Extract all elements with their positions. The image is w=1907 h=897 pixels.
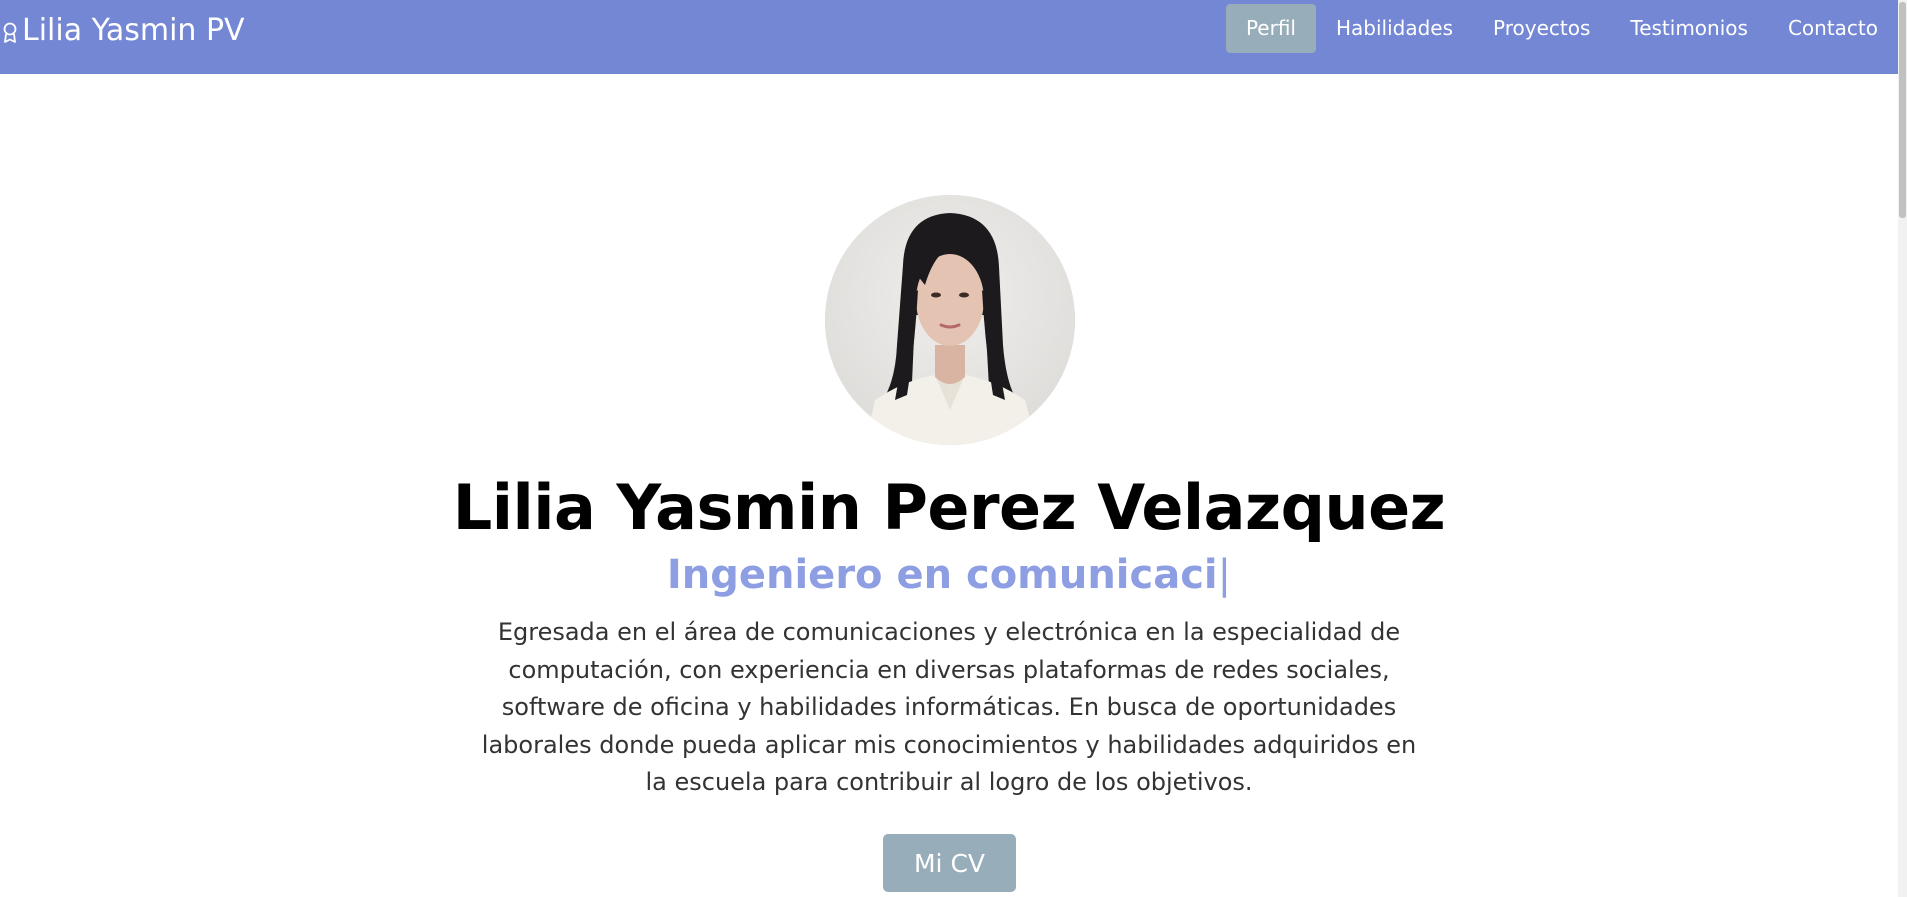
hero-role-text: Ingeniero en comunicaci bbox=[666, 552, 1218, 598]
nav-link-habilidades[interactable]: Habilidades bbox=[1316, 4, 1473, 53]
cv-button[interactable]: Mi CV bbox=[883, 834, 1016, 892]
nav-link-testimonios[interactable]: Testimonios bbox=[1610, 4, 1768, 53]
scrollbar-thumb[interactable] bbox=[1899, 2, 1906, 218]
scrollbar[interactable] bbox=[1898, 0, 1907, 897]
hero-role: Ingeniero en comunicaci| bbox=[0, 552, 1898, 598]
hero-section: Lilia Yasmin Perez Velazquez Ingeniero e… bbox=[0, 74, 1898, 897]
award-icon bbox=[0, 18, 20, 43]
profile-photo bbox=[825, 195, 1075, 445]
brand-label: Lilia Yasmin PV bbox=[22, 12, 245, 48]
avatar bbox=[825, 195, 1075, 445]
typing-cursor: | bbox=[1217, 552, 1232, 598]
hero-name: Lilia Yasmin Perez Velazquez bbox=[452, 471, 1446, 544]
hero-description: Egresada en el área de comunicaciones y … bbox=[481, 618, 1417, 796]
navbar: Lilia Yasmin PV Perfil Habilidades Proye… bbox=[0, 0, 1898, 74]
brand-link[interactable]: Lilia Yasmin PV bbox=[0, 10, 245, 50]
nav-link-perfil[interactable]: Perfil bbox=[1225, 4, 1316, 53]
nav-link-contacto[interactable]: Contacto bbox=[1768, 4, 1898, 53]
nav-link-proyectos[interactable]: Proyectos bbox=[1473, 4, 1610, 53]
page: Lilia Yasmin PV Perfil Habilidades Proye… bbox=[0, 0, 1907, 897]
nav-links: Perfil Habilidades Proyectos Testimonios… bbox=[1225, 4, 1898, 53]
